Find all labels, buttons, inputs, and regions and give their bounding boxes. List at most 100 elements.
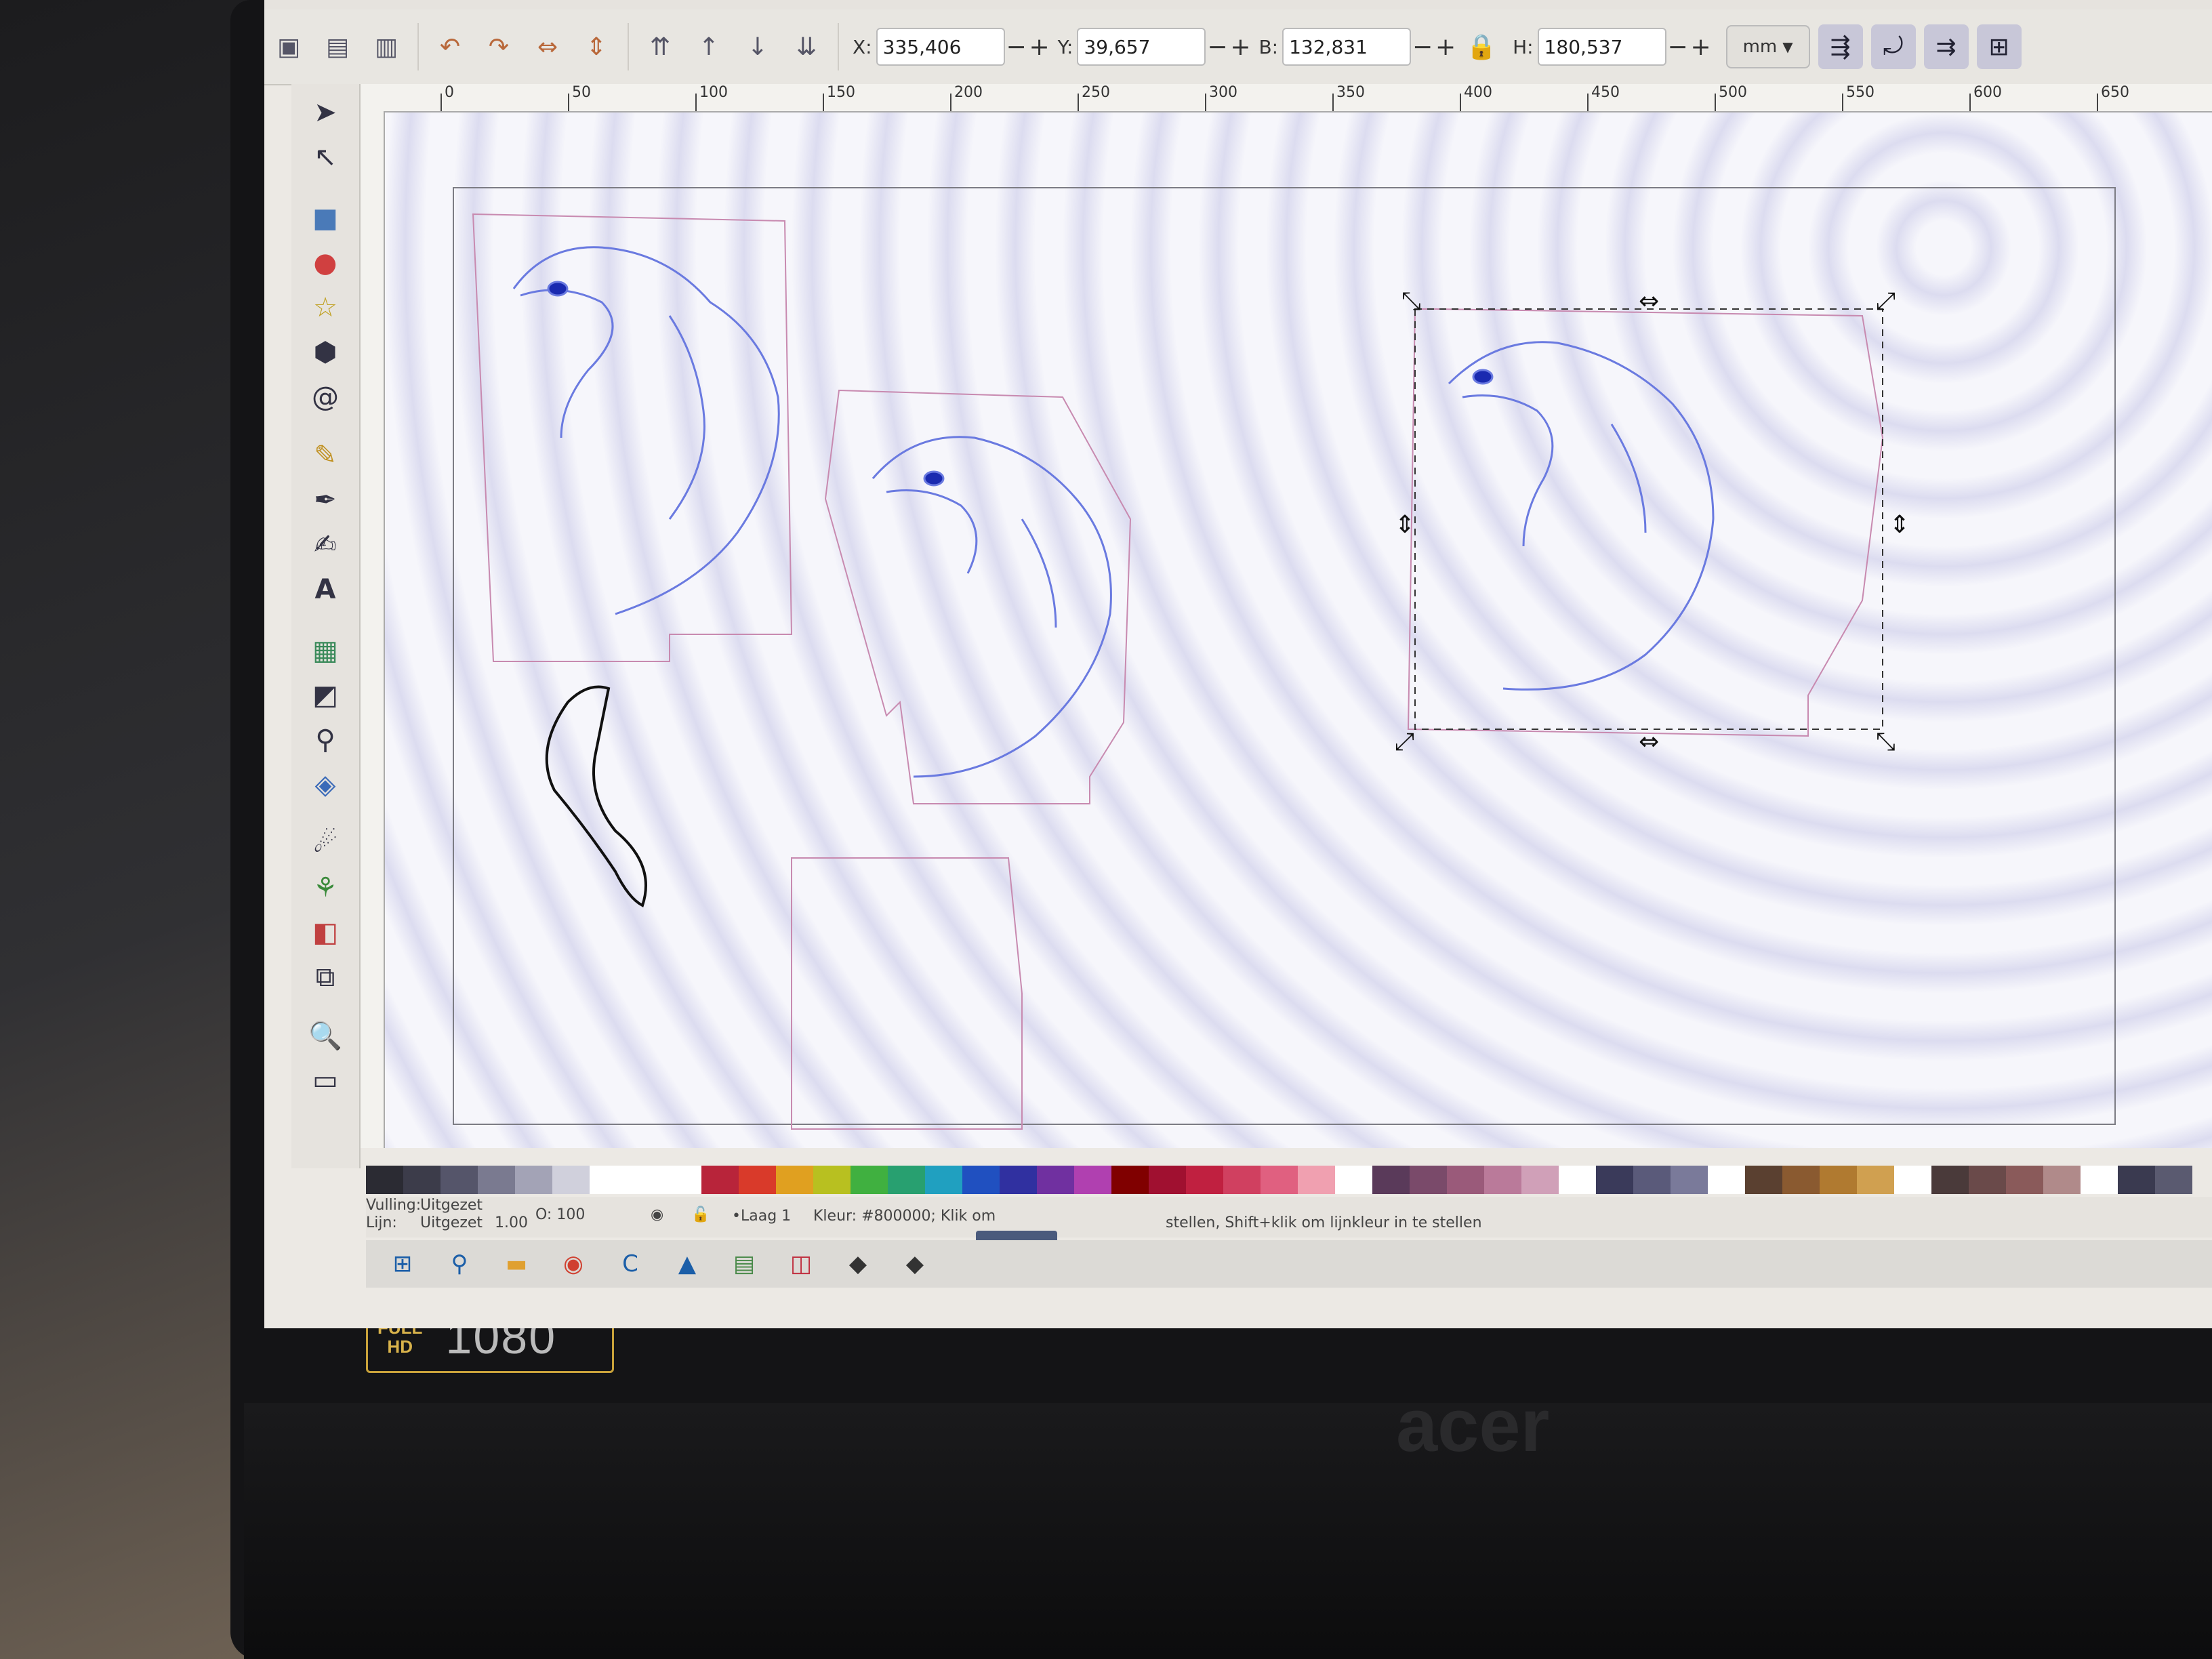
scale-corners-icon[interactable]: ⤾ [1870,24,1916,69]
rectangle-tool-icon[interactable]: ■ [305,199,346,237]
chrome-icon[interactable]: ◉ [557,1248,590,1280]
lower-icon[interactable]: ↓ [739,28,777,66]
color-swatch[interactable] [739,1166,776,1194]
text-tool-icon[interactable]: A [305,571,346,609]
y-increment-button[interactable]: + [1229,33,1252,61]
color-swatch[interactable] [1484,1166,1521,1194]
lower-to-bottom-icon[interactable]: ⇊ [787,28,825,66]
color-swatch[interactable] [1596,1166,1633,1194]
inkscape-icon[interactable]: ◆ [842,1248,874,1280]
color-swatch[interactable] [1969,1166,2006,1194]
lizard-sketch-black[interactable] [545,685,647,907]
app-icon[interactable]: ◫ [785,1248,817,1280]
notepad-icon[interactable]: ▤ [728,1248,760,1280]
spray-tool-icon[interactable]: ▦ [305,632,346,670]
height-increment-button[interactable]: + [1689,33,1713,61]
search-icon[interactable]: ⚲ [443,1248,476,1280]
eraser-tool-icon[interactable]: ◧ [305,914,346,951]
layer-select[interactable]: •Laag 1 [732,1208,791,1225]
cut-outline-3[interactable] [791,857,1023,1130]
pen-tool-icon[interactable]: ✒ [305,481,346,519]
unit-select[interactable]: mm ▼ [1725,25,1810,68]
height-decrement-button[interactable]: − [1666,33,1689,61]
color-swatch[interactable] [1931,1166,1969,1194]
ruler-tool-icon[interactable]: ▭ [305,1061,346,1099]
x-field[interactable]: 335,406 [876,28,1005,66]
3d-box-tool-icon[interactable]: ⬢ [305,333,346,371]
selection-handles[interactable]: ⤡ ⇔ ⤢ ⇕ ⇕ ⤢ ⇔ ⤡ [1395,287,1910,756]
color-swatch[interactable] [2081,1166,2118,1194]
color-swatch[interactable] [1149,1166,1186,1194]
width-field[interactable]: 132,831 [1282,28,1412,66]
color-swatch[interactable] [403,1166,441,1194]
color-swatch[interactable] [701,1166,739,1194]
zoom-tool-icon[interactable]: 🔍 [305,1017,346,1054]
cut-outline-2[interactable] [824,389,1132,804]
color-swatch[interactable] [1186,1166,1223,1194]
color-swatch[interactable] [776,1166,813,1194]
dropper-tool-icon[interactable]: ⚲ [305,721,346,759]
stroke-width[interactable]: 1.00 [495,1214,528,1231]
color-swatch[interactable] [962,1166,1000,1194]
spiral-tool-icon[interactable]: @ [305,378,346,416]
color-swatch[interactable] [888,1166,925,1194]
color-swatch[interactable] [1074,1166,1111,1194]
width-increment-button[interactable]: + [1434,33,1457,61]
raise-icon[interactable]: ↑ [690,28,728,66]
selector-tool-icon[interactable]: ➤ [305,94,346,131]
connector-tool-icon[interactable]: ⚘ [305,869,346,907]
color-swatch[interactable] [1000,1166,1037,1194]
pencil-tool-icon[interactable]: ✎ [305,436,346,474]
file-explorer-icon[interactable]: ▬ [500,1248,533,1280]
tweak-tool-icon[interactable]: ☄ [305,824,346,862]
color-swatch[interactable] [627,1166,664,1194]
node-tool-icon[interactable]: ↖ [305,138,346,176]
fill-value[interactable]: Uitgezet [420,1197,483,1214]
color-swatch[interactable] [552,1166,590,1194]
x-increment-button[interactable]: + [1028,33,1051,61]
deselect-icon[interactable]: ▥ [367,28,405,66]
color-swatch[interactable] [478,1166,515,1194]
color-swatch[interactable] [1111,1166,1149,1194]
color-swatch[interactable] [1447,1166,1484,1194]
y-field[interactable]: 39,657 [1077,28,1206,66]
color-swatch[interactable] [1223,1166,1261,1194]
color-swatch[interactable] [1708,1166,1745,1194]
windows-start-icon[interactable]: ⊞ [386,1248,419,1280]
color-swatch[interactable] [2006,1166,2043,1194]
color-swatch[interactable] [1410,1166,1447,1194]
lock-ratio-icon[interactable]: 🔒 [1462,28,1500,66]
drawing-canvas[interactable]: ⤡ ⇔ ⤢ ⇕ ⇕ ⤢ ⇔ ⤡ [385,112,2212,1148]
color-swatch[interactable] [1298,1166,1335,1194]
layer-lock-icon[interactable]: 🔓 [691,1206,710,1223]
color-swatch[interactable] [1633,1166,1671,1194]
color-swatch[interactable] [590,1166,627,1194]
vlc-icon[interactable]: ▲ [671,1248,703,1280]
color-swatch[interactable] [2043,1166,2081,1194]
inkscape-icon-2[interactable]: ◆ [899,1248,931,1280]
calligraphy-tool-icon[interactable]: ✍ [305,526,346,564]
color-swatch[interactable] [1521,1166,1559,1194]
star-tool-icon[interactable]: ☆ [305,289,346,327]
ccleaner-icon[interactable]: C [614,1248,647,1280]
color-swatch[interactable] [1372,1166,1410,1194]
color-swatch[interactable] [1335,1166,1372,1194]
ellipse-tool-icon[interactable]: ● [305,244,346,282]
rotate-cw-icon[interactable]: ↷ [480,28,518,66]
gradient-tool-icon[interactable]: ◩ [305,676,346,714]
color-swatch[interactable] [515,1166,552,1194]
color-swatch[interactable] [1820,1166,1857,1194]
x-decrement-button[interactable]: − [1005,33,1028,61]
color-swatch[interactable] [2155,1166,2192,1194]
color-swatch[interactable] [1745,1166,1782,1194]
move-patterns-icon[interactable]: ⊞ [1976,24,2022,69]
color-swatch[interactable] [441,1166,478,1194]
paint-bucket-tool-icon[interactable]: ◈ [305,766,346,804]
flip-vertical-icon[interactable]: ⇕ [577,28,615,66]
select-all-layers-icon[interactable]: ▤ [319,28,356,66]
stroke-value[interactable]: Uitgezet [420,1214,483,1231]
lizard-drawing-2[interactable] [872,436,1112,778]
raise-to-top-icon[interactable]: ⇈ [641,28,679,66]
flip-horizontal-icon[interactable]: ⇔ [529,28,567,66]
color-swatch[interactable] [1037,1166,1074,1194]
